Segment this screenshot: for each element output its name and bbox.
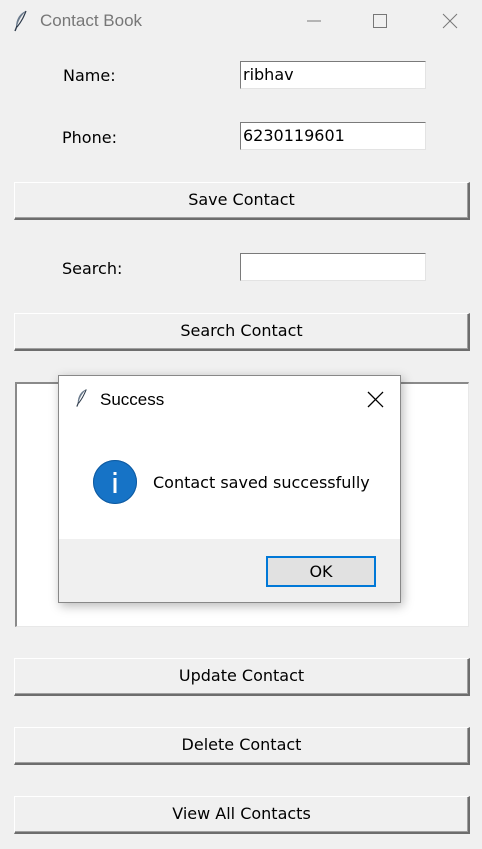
dialog-title: Success	[100, 390, 165, 409]
info-icon	[93, 460, 137, 504]
update-contact-button[interactable]: Update Contact	[14, 658, 470, 696]
maximize-icon	[373, 14, 387, 28]
search-label: Search:	[62, 259, 123, 278]
dialog-close-button[interactable]	[359, 384, 393, 414]
dialog-message: Contact saved successfully	[153, 473, 370, 492]
dialog-footer: OK	[59, 539, 400, 602]
minimize-icon	[307, 20, 321, 22]
maximize-button[interactable]	[357, 0, 403, 43]
ok-button[interactable]: OK	[266, 556, 376, 587]
search-contact-button[interactable]: Search Contact	[14, 313, 470, 351]
name-label: Name:	[63, 66, 116, 85]
view-all-contacts-button[interactable]: View All Contacts	[14, 796, 470, 834]
close-icon	[367, 391, 384, 408]
close-button[interactable]	[427, 0, 473, 43]
phone-label: Phone:	[62, 128, 117, 147]
feather-dialog-icon	[76, 388, 88, 412]
minimize-button[interactable]	[291, 0, 337, 43]
name-field[interactable]: ribhav	[240, 61, 426, 89]
search-input[interactable]	[240, 253, 426, 281]
delete-contact-button[interactable]: Delete Contact	[14, 727, 470, 765]
save-contact-button[interactable]: Save Contact	[14, 182, 470, 220]
phone-field[interactable]: 6230119601	[240, 122, 426, 150]
window-title: Contact Book	[40, 11, 143, 30]
feather-app-icon	[14, 10, 28, 36]
title-bar: Contact Book	[0, 0, 482, 43]
success-dialog: Success Contact saved successfully OK	[58, 375, 401, 603]
close-icon	[442, 13, 458, 29]
